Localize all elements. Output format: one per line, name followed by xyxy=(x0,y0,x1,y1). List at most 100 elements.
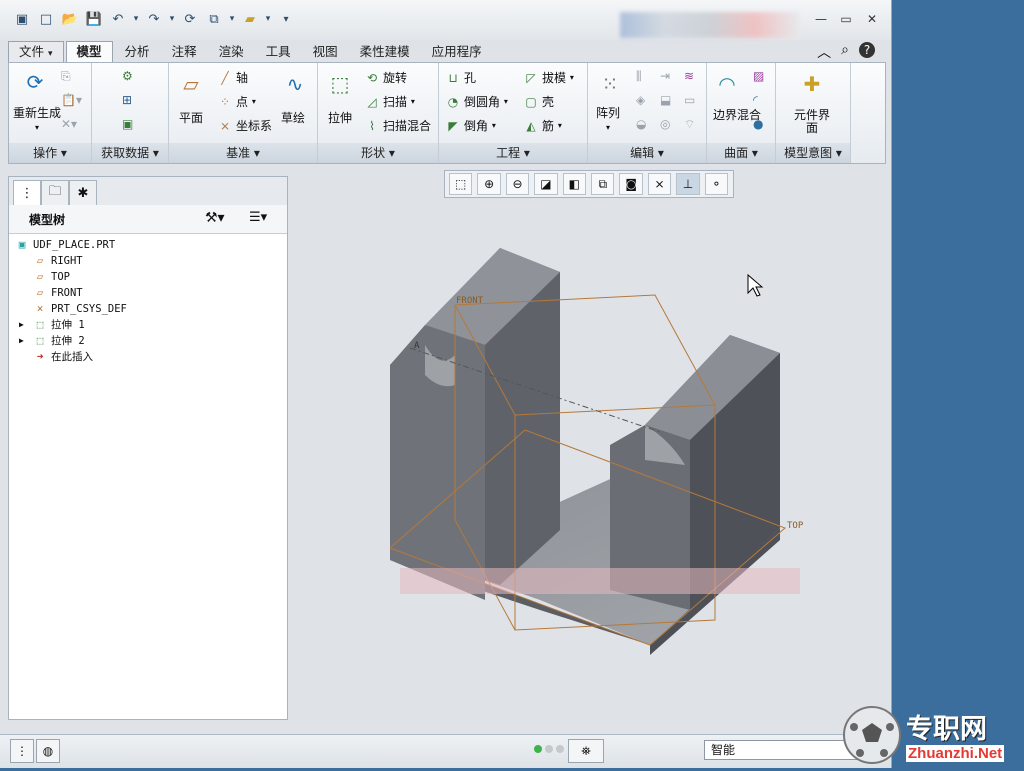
tab-render[interactable]: 渲染 xyxy=(209,42,254,62)
axis-button[interactable]: ╱ 轴 xyxy=(217,69,248,86)
group-label[interactable]: 模型意图 ▾ xyxy=(776,143,850,163)
folder-icon[interactable]: ▰ xyxy=(240,9,260,29)
thicken-icon[interactable]: ◎ xyxy=(660,117,670,131)
favorites-tab-icon[interactable]: ✱ xyxy=(69,180,97,205)
tab-file[interactable]: 文件 ▾ xyxy=(8,41,64,62)
tree-item-front[interactable]: ▱ FRONT xyxy=(9,285,287,301)
zoom-out-icon[interactable]: ⊖ xyxy=(505,173,530,195)
settings-icon[interactable]: ⚒▾ xyxy=(205,210,225,226)
shrinkwrap-icon[interactable]: ▣ xyxy=(122,117,133,131)
show-icon[interactable]: ☰▾ xyxy=(249,210,267,225)
tab-annotate[interactable]: 注释 xyxy=(162,42,207,62)
plane-button[interactable]: 平面 xyxy=(179,109,203,126)
group-label[interactable]: 获取数据 ▾ xyxy=(92,143,168,163)
tree-item-extrude-1[interactable]: ▶ ⬚ 拉伸 1 xyxy=(9,317,287,333)
revolve-button[interactable]: ⟲ 旋转 xyxy=(364,69,407,86)
merge-icon[interactable]: ◈ xyxy=(636,93,645,107)
tab-tools[interactable]: 工具 xyxy=(256,42,301,62)
repaint-icon[interactable]: ◪ xyxy=(534,173,558,195)
redo-icon[interactable]: ↷ xyxy=(144,9,164,29)
fill-icon[interactable]: ▨ xyxy=(753,69,764,83)
model-view[interactable]: FRONT TOP A xyxy=(290,200,886,728)
window-icon[interactable]: ▣ xyxy=(12,9,32,29)
extend-icon[interactable]: ⇥ xyxy=(660,69,670,83)
point-button[interactable]: ⁘ 点 ▾ xyxy=(217,93,256,110)
maximize-icon[interactable]: ▭ xyxy=(837,10,855,28)
folder-dropdown-icon[interactable]: ▾ xyxy=(264,9,272,29)
pattern-button[interactable]: 阵列 ▾ xyxy=(596,107,620,134)
refit-icon[interactable]: ⬚ xyxy=(449,173,473,195)
datum-display-icon[interactable]: ⨯ xyxy=(647,173,672,195)
intersect-icon[interactable]: ⌔ xyxy=(684,117,695,132)
new-icon[interactable]: □ xyxy=(36,9,56,29)
model-tree-tab-icon[interactable]: ⋮ xyxy=(13,180,41,205)
group-label[interactable]: 形状 ▾ xyxy=(318,143,438,163)
delete-icon[interactable]: ✕▾ xyxy=(61,117,77,131)
style-icon[interactable]: ◜ xyxy=(753,93,758,107)
tree-item-insert-here[interactable]: ➜ 在此插入 xyxy=(9,349,287,365)
draft-button[interactable]: ◸ 拔模 ▾ xyxy=(523,69,573,86)
customize-icon[interactable]: ▾ xyxy=(276,9,296,29)
display-style-icon[interactable]: ◧ xyxy=(562,173,587,195)
user-defined-feature-icon[interactable]: ⚙ xyxy=(122,69,133,83)
tree-item-csys[interactable]: ⨯ PRT_CSYS_DEF xyxy=(9,301,287,317)
close-icon[interactable]: ✕ xyxy=(863,10,881,28)
minimize-icon[interactable]: — xyxy=(812,10,830,28)
browser-toggle-icon[interactable]: ◍ xyxy=(36,739,60,763)
search-icon[interactable]: ⌕ xyxy=(841,42,849,62)
copy-geometry-icon[interactable]: ⊞ xyxy=(122,93,132,107)
navigator-toggle-icon[interactable]: ⋮ xyxy=(10,739,34,763)
group-label[interactable]: 编辑 ▾ xyxy=(588,143,706,163)
regenerate-button[interactable]: 重新生成 ▾ xyxy=(13,107,61,134)
trim-icon[interactable]: ◒ xyxy=(636,117,646,131)
swept-blend-button[interactable]: ⌇ 扫描混合 xyxy=(364,117,431,134)
save-icon[interactable]: 💾 xyxy=(84,9,104,29)
expand-icon[interactable]: ▶ xyxy=(19,317,33,333)
sweep-button[interactable]: ◿ 扫描 ▾ xyxy=(364,93,414,110)
tree-item-extrude-2[interactable]: ▶ ⬚ 拉伸 2 xyxy=(9,333,287,349)
spin-center-icon[interactable]: ⊥ xyxy=(676,173,700,195)
paste-icon[interactable]: 📋▾ xyxy=(61,93,82,107)
tab-flexible-modeling[interactable]: 柔性建模 xyxy=(350,42,420,62)
view-manager-icon[interactable]: ◙ xyxy=(619,173,643,195)
zoom-in-icon[interactable]: ⊕ xyxy=(477,173,501,195)
group-label[interactable]: 操作 ▾ xyxy=(9,143,91,163)
help-icon[interactable]: ? xyxy=(859,42,875,58)
windows-dropdown-icon[interactable]: ▾ xyxy=(228,9,236,29)
copy-icon[interactable]: ⎘ xyxy=(61,69,71,84)
chamfer-button[interactable]: ◤ 倒角 ▾ xyxy=(445,117,495,134)
mirror-icon[interactable]: ⫼ xyxy=(636,69,642,84)
group-label[interactable]: 基准 ▾ xyxy=(169,143,317,163)
undo-dropdown-icon[interactable]: ▾ xyxy=(132,9,140,29)
rib-button[interactable]: ◭ 筋 ▾ xyxy=(523,117,561,134)
freestyle-icon[interactable]: ● xyxy=(753,117,763,131)
csys-button[interactable]: ⨯ 坐标系 xyxy=(217,117,272,134)
solidify-icon[interactable]: ▭ xyxy=(684,93,695,107)
shell-button[interactable]: ▢ 壳 xyxy=(523,93,554,110)
undo-icon[interactable]: ↶ xyxy=(108,9,128,29)
group-label[interactable]: 工程 ▾ xyxy=(439,143,587,163)
selection-filter-select[interactable]: 智能 xyxy=(704,740,862,760)
component-interface-button[interactable]: 元件界面 xyxy=(790,109,834,135)
tree-item-part[interactable]: ▣ UDF_PLACE.PRT xyxy=(9,237,287,253)
tree-item-top[interactable]: ▱ TOP xyxy=(9,269,287,285)
extrude-button[interactable]: 拉伸 xyxy=(328,109,352,126)
windows-icon[interactable]: ⧉ xyxy=(204,9,224,29)
graphics-viewport[interactable]: FRONT TOP A xyxy=(290,200,886,728)
saved-views-icon[interactable]: ⧉ xyxy=(591,173,615,195)
annotation-display-icon[interactable]: ⚬ xyxy=(704,173,729,195)
tree-item-right[interactable]: ▱ RIGHT xyxy=(9,253,287,269)
regenerate-icon[interactable]: ⟳ xyxy=(180,9,200,29)
open-icon[interactable]: 📂 xyxy=(60,9,80,29)
tab-model[interactable]: 模型 xyxy=(65,41,113,62)
find-icon[interactable]: ⛯ xyxy=(568,739,604,763)
offset-icon[interactable]: ⬓ xyxy=(660,93,671,107)
redo-dropdown-icon[interactable]: ▾ xyxy=(168,9,176,29)
folder-browser-tab-icon[interactable]: 🗀 xyxy=(41,180,69,205)
tab-applications[interactable]: 应用程序 xyxy=(422,42,492,62)
round-button[interactable]: ◔ 倒圆角 ▾ xyxy=(445,93,508,110)
expand-icon[interactable]: ▶ xyxy=(19,333,33,349)
hole-button[interactable]: ⊔ 孔 xyxy=(445,69,476,86)
project-icon[interactable]: ≋ xyxy=(684,69,694,83)
tab-view[interactable]: 视图 xyxy=(303,42,348,62)
